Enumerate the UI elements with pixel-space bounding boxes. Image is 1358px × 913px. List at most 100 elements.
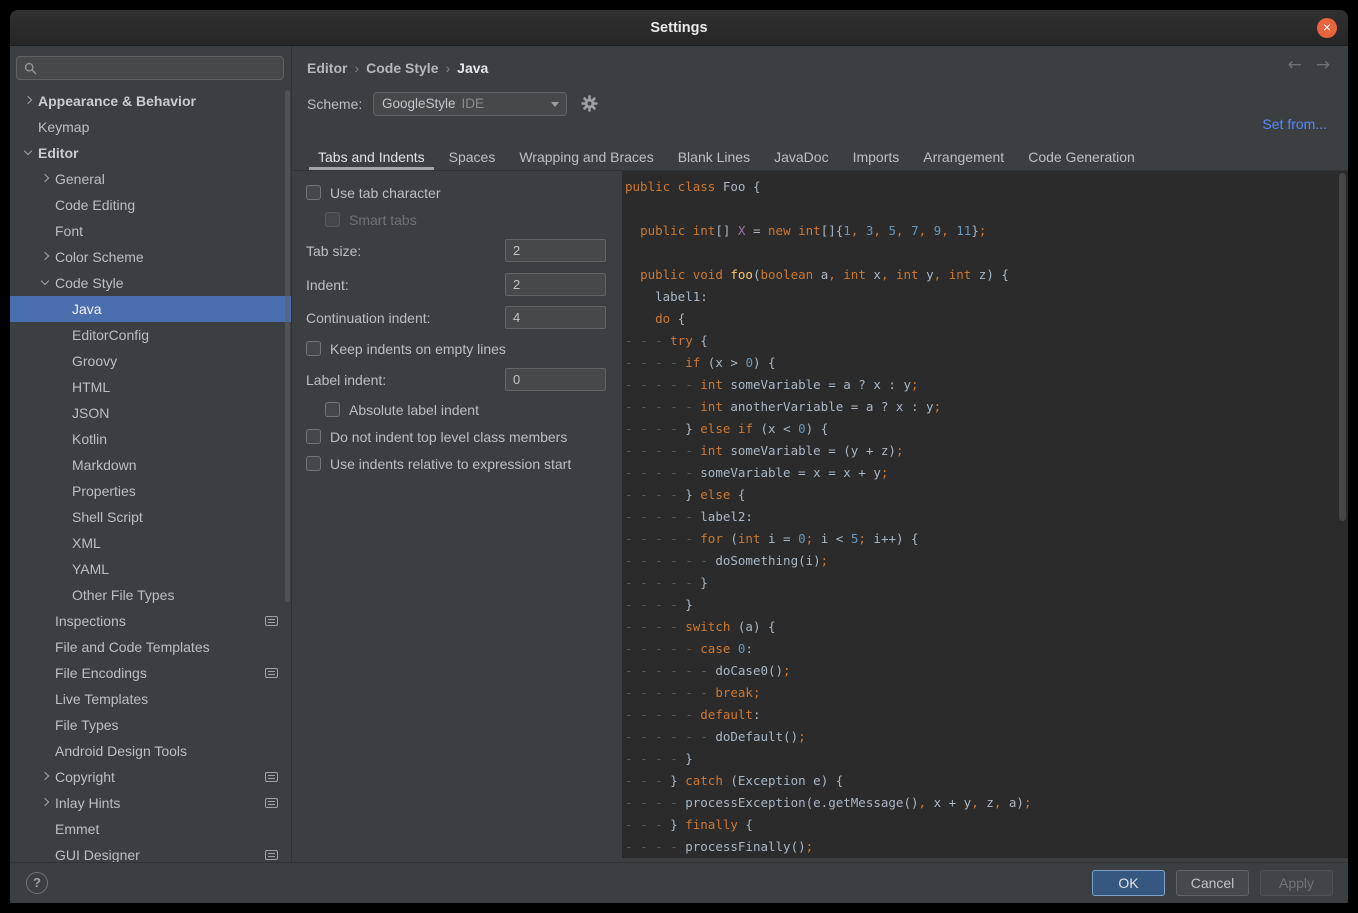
absolute-label-indent-checkbox[interactable] <box>325 402 340 418</box>
tab-size-row: Tab size: <box>306 239 606 263</box>
code-preview[interactable]: public class Foo { public int[] X = new … <box>622 171 1348 858</box>
sidebar-scrollbar[interactable] <box>285 90 290 602</box>
sidebar-item-label: File and Code Templates <box>55 639 210 655</box>
sidebar-item-label: Code Style <box>55 275 124 291</box>
sidebar-item-live-templates[interactable]: Live Templates <box>10 686 291 712</box>
sidebar-item-yaml[interactable]: YAML <box>10 556 291 582</box>
breadcrumb-java: Java <box>457 60 489 76</box>
gear-icon[interactable] <box>581 95 598 112</box>
chevron-right-icon[interactable] <box>40 797 50 807</box>
sidebar-item-code-style[interactable]: Code Style <box>10 270 291 296</box>
chevron-right-icon[interactable] <box>40 173 50 183</box>
search-icon <box>24 62 37 75</box>
tab-blank-lines[interactable]: Blank Lines <box>666 145 762 170</box>
sidebar-item-markdown[interactable]: Markdown <box>10 452 291 478</box>
chevron-down-icon[interactable] <box>40 276 50 286</box>
chevron-down-icon <box>551 102 559 107</box>
sidebar-item-file-types[interactable]: File Types <box>10 712 291 738</box>
sidebar-item-label: File Types <box>55 717 119 733</box>
label-indent-input[interactable] <box>505 368 606 391</box>
code-line: - - - try { <box>625 333 708 348</box>
sidebar-item-label: General <box>55 171 105 187</box>
chevron-right-icon[interactable] <box>40 251 50 261</box>
code-line: - - - } finally { <box>625 817 753 832</box>
sidebar-item-properties[interactable]: Properties <box>10 478 291 504</box>
sidebar-item-font[interactable]: Font <box>10 218 291 244</box>
code-line: - - - - switch (a) { <box>625 619 776 634</box>
cancel-button[interactable]: Cancel <box>1176 870 1249 896</box>
sidebar-item-other-file-types[interactable]: Other File Types <box>10 582 291 608</box>
tab-javadoc[interactable]: JavaDoc <box>762 145 840 170</box>
code-line: public int[] X = new int[]{1, 3, 5, 7, 9… <box>640 223 987 238</box>
sidebar-item-shell-script[interactable]: Shell Script <box>10 504 291 530</box>
tab-spaces[interactable]: Spaces <box>437 145 508 170</box>
sidebar-item-editorconfig[interactable]: EditorConfig <box>10 322 291 348</box>
code-scrollbar[interactable] <box>1339 173 1346 521</box>
sidebar-item-java[interactable]: Java <box>10 296 291 322</box>
chevron-right-icon[interactable] <box>40 771 50 781</box>
sidebar-item-label: Live Templates <box>55 691 149 707</box>
sidebar-item-json[interactable]: JSON <box>10 400 291 426</box>
sidebar-item-copyright[interactable]: Copyright <box>10 764 291 790</box>
tab-imports[interactable]: Imports <box>841 145 912 170</box>
do-not-indent-checkbox[interactable] <box>306 429 321 445</box>
code-line: - - - - - label2: <box>625 509 753 524</box>
tab-size-input[interactable] <box>505 239 606 262</box>
set-from-link[interactable]: Set from... <box>1262 116 1327 132</box>
sidebar-item-groovy[interactable]: Groovy <box>10 348 291 374</box>
forward-arrow-icon[interactable]: → <box>1316 55 1330 75</box>
label-indent-label: Label indent: <box>306 372 387 388</box>
sidebar-item-android-design-tools[interactable]: Android Design Tools <box>10 738 291 764</box>
help-button[interactable]: ? <box>26 872 48 894</box>
breadcrumb-code-style[interactable]: Code Style <box>366 60 438 76</box>
tab-tabs-and-indents[interactable]: Tabs and Indents <box>306 145 437 170</box>
code-line: - - - - - someVariable = x = x + y; <box>625 465 889 480</box>
sidebar-item-inlay-hints[interactable]: Inlay Hints <box>10 790 291 816</box>
sidebar-item-gui-designer[interactable]: GUI Designer <box>10 842 291 862</box>
use-indents-relative-checkbox[interactable] <box>306 456 321 472</box>
sidebar-item-color-scheme[interactable]: Color Scheme <box>10 244 291 270</box>
tab-arrangement[interactable]: Arrangement <box>911 145 1016 170</box>
sidebar-item-html[interactable]: HTML <box>10 374 291 400</box>
sidebar-item-label: Editor <box>38 145 79 161</box>
continuation-indent-input[interactable] <box>505 306 606 329</box>
chevron-down-icon[interactable] <box>23 146 33 156</box>
continuation-indent-label: Continuation indent: <box>306 310 431 326</box>
sidebar-item-keymap[interactable]: Keymap <box>10 114 291 140</box>
continuation-indent-row: Continuation indent: <box>306 306 606 330</box>
indent-label: Indent: <box>306 277 349 293</box>
indent-input[interactable] <box>505 273 606 296</box>
back-arrow-icon[interactable]: ← <box>1288 55 1302 75</box>
breadcrumb-editor[interactable]: Editor <box>307 60 347 76</box>
sidebar-item-label: File Encodings <box>55 665 147 681</box>
sidebar-item-kotlin[interactable]: Kotlin <box>10 426 291 452</box>
apply-button[interactable]: Apply <box>1260 870 1333 896</box>
sidebar-item-editor[interactable]: Editor <box>10 140 291 166</box>
sidebar-item-xml[interactable]: XML <box>10 530 291 556</box>
settings-search-box[interactable] <box>16 56 284 80</box>
sidebar-item-inspections[interactable]: Inspections <box>10 608 291 634</box>
tab-code-generation[interactable]: Code Generation <box>1016 145 1147 170</box>
scheme-dropdown[interactable]: GoogleStyle IDE <box>373 92 567 116</box>
keep-indents-checkbox[interactable] <box>306 341 321 357</box>
sidebar-item-label: Shell Script <box>72 509 143 525</box>
sidebar-item-label: Markdown <box>72 457 137 473</box>
close-button[interactable]: × <box>1317 18 1337 38</box>
sidebar-item-file-and-code-templates[interactable]: File and Code Templates <box>10 634 291 660</box>
sidebar-item-label: Color Scheme <box>55 249 144 265</box>
use-tab-character-checkbox[interactable] <box>306 185 321 201</box>
sidebar-item-label: YAML <box>72 561 110 577</box>
sidebar-item-appearance-behavior[interactable]: Appearance & Behavior <box>10 88 291 114</box>
do-not-indent-label: Do not indent top level class members <box>330 429 568 445</box>
ok-button[interactable]: OK <box>1092 870 1165 896</box>
sidebar-item-code-editing[interactable]: Code Editing <box>10 192 291 218</box>
sidebar-item-file-encodings[interactable]: File Encodings <box>10 660 291 686</box>
screen-settings-icon <box>265 798 278 808</box>
sidebar-item-emmet[interactable]: Emmet <box>10 816 291 842</box>
tab-wrapping-and-braces[interactable]: Wrapping and Braces <box>507 145 665 170</box>
search-input[interactable] <box>43 58 279 78</box>
smart-tabs-checkbox[interactable] <box>325 212 340 228</box>
chevron-right-icon[interactable] <box>23 95 33 105</box>
sidebar-item-general[interactable]: General <box>10 166 291 192</box>
